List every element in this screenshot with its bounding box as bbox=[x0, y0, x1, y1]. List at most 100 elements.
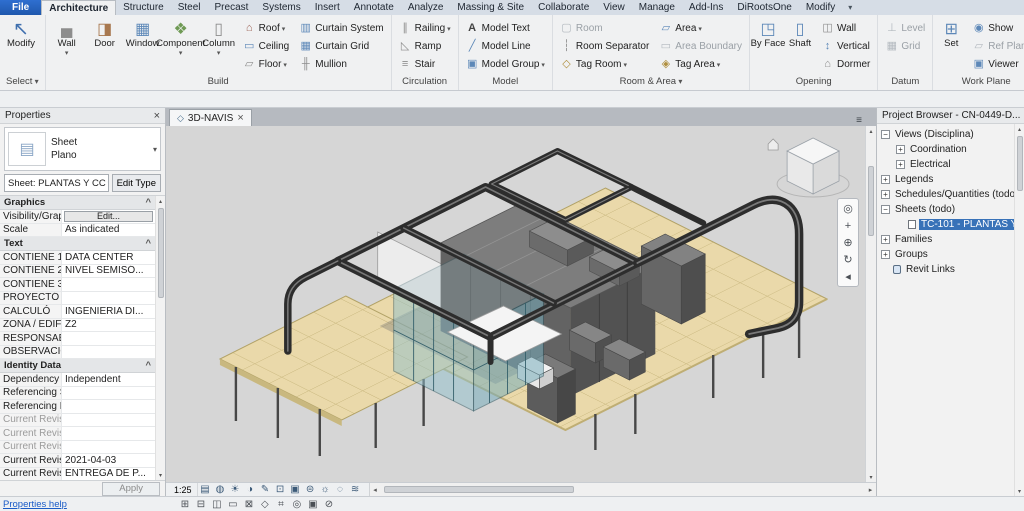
floor-button[interactable]: Floor bbox=[239, 55, 294, 73]
tree-expander-icon[interactable]: − bbox=[881, 205, 890, 214]
scroll-down-icon[interactable] bbox=[156, 470, 165, 480]
drag-elements-on-selection-icon[interactable]: ⌗ bbox=[273, 499, 289, 510]
tree-expander-icon[interactable]: + bbox=[881, 190, 890, 199]
property-value[interactable]: As indicated bbox=[62, 224, 155, 237]
pan-icon[interactable]: + bbox=[839, 218, 857, 233]
set-work-plane-button[interactable]: Set bbox=[936, 17, 966, 49]
section-header-identity-data[interactable]: Identity Data bbox=[0, 359, 155, 373]
property-value[interactable] bbox=[62, 332, 155, 345]
edit-type-button[interactable]: Edit Type bbox=[112, 174, 161, 192]
tree-expander-icon[interactable]: + bbox=[896, 145, 905, 154]
collapse-section-icon[interactable] bbox=[145, 360, 151, 371]
properties-help-link[interactable]: Properties help bbox=[3, 499, 67, 510]
tree-item[interactable]: + Legends bbox=[877, 172, 1014, 187]
ribbon-tab[interactable]: Steel bbox=[171, 0, 208, 15]
minimize-ribbon-chevron-icon[interactable] bbox=[848, 0, 852, 15]
crop-view-icon[interactable]: ⊡ bbox=[273, 484, 288, 495]
scroll-down-icon[interactable] bbox=[866, 472, 876, 482]
area-button[interactable]: Area bbox=[655, 19, 746, 37]
property-value[interactable] bbox=[62, 414, 155, 427]
design-options-icon[interactable]: ⊟ bbox=[193, 499, 209, 510]
type-selector-dropdown-icon[interactable] bbox=[153, 144, 157, 155]
tree-item[interactable]: − Views (Disciplina) bbox=[877, 127, 1014, 142]
ref-plane-button[interactable]: Ref Plane bbox=[968, 37, 1024, 55]
area-boundary-button[interactable]: Area Boundary bbox=[655, 37, 746, 55]
property-value[interactable]: DATA CENTER bbox=[62, 251, 155, 264]
mullion-button[interactable]: Mullion bbox=[295, 55, 387, 73]
sketchy-lines-icon[interactable]: ✎ bbox=[258, 484, 273, 495]
scroll-up-icon[interactable] bbox=[866, 126, 876, 136]
select-panel-label[interactable]: Select bbox=[0, 76, 45, 90]
ribbon-tab[interactable]: Architecture bbox=[41, 0, 116, 15]
model-canvas[interactable] bbox=[166, 126, 865, 482]
ribbon-tab[interactable]: Insert bbox=[308, 0, 347, 15]
worksharing-display-icon[interactable]: ≋ bbox=[348, 484, 363, 495]
detail-level-icon[interactable]: ▤ bbox=[198, 484, 213, 495]
roof-button[interactable]: Roof bbox=[239, 19, 294, 37]
background-processes-icon[interactable]: ◎ bbox=[289, 499, 305, 510]
browser-scrollbar[interactable] bbox=[1014, 124, 1024, 496]
tag-room-button[interactable]: Tag Room bbox=[556, 55, 653, 73]
ceiling-button[interactable]: Ceiling bbox=[239, 37, 294, 55]
tree-expander-icon[interactable]: + bbox=[881, 235, 890, 244]
property-value[interactable]: NIVEL SEMISÓ... bbox=[62, 265, 155, 278]
shadows-icon[interactable]: ◑ bbox=[243, 484, 258, 495]
zoom-icon[interactable]: ⊕ bbox=[839, 235, 857, 250]
navigation-wheel-icon[interactable]: ◎ bbox=[839, 201, 857, 216]
dormer-opening-button[interactable]: Dormer bbox=[817, 55, 874, 73]
tree-item[interactable]: + Schedules/Quantities (todo) bbox=[877, 187, 1014, 202]
ribbon-tab[interactable]: Systems bbox=[255, 0, 307, 15]
scroll-left-icon[interactable]: ◂ bbox=[370, 486, 381, 494]
select-underlay-elements-icon[interactable]: ▭ bbox=[225, 499, 241, 510]
ribbon-tab[interactable]: Add-Ins bbox=[682, 0, 730, 15]
ribbon-tab[interactable]: Manage bbox=[632, 0, 682, 15]
tree-item[interactable]: + Groups bbox=[877, 247, 1014, 262]
level-button[interactable]: Level bbox=[881, 19, 929, 37]
tree-item[interactable]: Revit Links bbox=[877, 262, 1014, 277]
property-value[interactable]: 2021-04-03 bbox=[62, 454, 155, 467]
scrollbar-thumb[interactable] bbox=[158, 208, 164, 298]
railing-button[interactable]: Railing bbox=[395, 19, 455, 37]
property-value[interactable]: Z2 bbox=[62, 319, 155, 332]
tree-expander-icon[interactable]: + bbox=[881, 175, 890, 184]
curtain-system-button[interactable]: Curtain System bbox=[295, 19, 387, 37]
ribbon-tab[interactable]: Precast bbox=[208, 0, 256, 15]
ribbon-tab[interactable]: Collaborate bbox=[531, 0, 596, 15]
door-button[interactable]: Door bbox=[87, 17, 123, 49]
tree-item[interactable]: TC-101 - PLANTAS Y COR... bbox=[877, 217, 1014, 232]
column-button[interactable]: Column bbox=[201, 17, 237, 57]
viewer-button[interactable]: Viewer bbox=[968, 55, 1024, 73]
property-value[interactable] bbox=[62, 427, 155, 440]
reveal-hidden-elements-icon[interactable]: ☼ bbox=[318, 484, 333, 495]
wall-dropdown-icon[interactable] bbox=[65, 49, 69, 57]
shaft-opening-button[interactable]: Shaft bbox=[785, 17, 815, 49]
property-value[interactable]: ENTREGA DE P... bbox=[62, 468, 155, 481]
property-value[interactable] bbox=[62, 400, 155, 413]
section-header-graphics[interactable]: Graphics bbox=[0, 196, 155, 210]
selection-count-icon[interactable]: ⊘ bbox=[321, 499, 337, 510]
stair-button[interactable]: Stair bbox=[395, 55, 455, 73]
select-elements-by-face-icon[interactable]: ◇ bbox=[257, 499, 273, 510]
grid-button[interactable]: Grid bbox=[881, 37, 929, 55]
tree-item[interactable]: + Families bbox=[877, 232, 1014, 247]
tree-item[interactable]: + Coordination bbox=[877, 142, 1014, 157]
tree-expander-icon[interactable]: + bbox=[896, 160, 905, 169]
modify-button[interactable]: Modify bbox=[3, 17, 39, 49]
visual-style-icon[interactable]: ◍ bbox=[213, 484, 228, 495]
property-value[interactable] bbox=[62, 278, 155, 291]
show-crop-region-icon[interactable]: ▣ bbox=[288, 484, 303, 495]
ribbon-tab[interactable]: Structure bbox=[116, 0, 171, 15]
drawing-area[interactable]: ◎ + ⊕ ↻ ◂ bbox=[166, 126, 865, 482]
scroll-up-icon[interactable] bbox=[1015, 124, 1024, 134]
orbit-icon[interactable]: ↻ bbox=[839, 252, 857, 267]
file-menu-button[interactable]: File bbox=[0, 0, 41, 15]
ribbon-tab[interactable]: Massing & Site bbox=[450, 0, 531, 15]
type-selector[interactable]: Sheet Plano bbox=[4, 127, 161, 171]
model-group-button[interactable]: Model Group bbox=[462, 55, 549, 73]
view-tab-list-icon[interactable] bbox=[856, 115, 862, 126]
close-properties-icon[interactable] bbox=[154, 110, 160, 122]
property-value[interactable] bbox=[62, 292, 155, 305]
component-button[interactable]: Component bbox=[163, 17, 199, 57]
component-dropdown-icon[interactable] bbox=[179, 49, 183, 57]
tag-area-button[interactable]: Tag Area bbox=[655, 55, 746, 73]
